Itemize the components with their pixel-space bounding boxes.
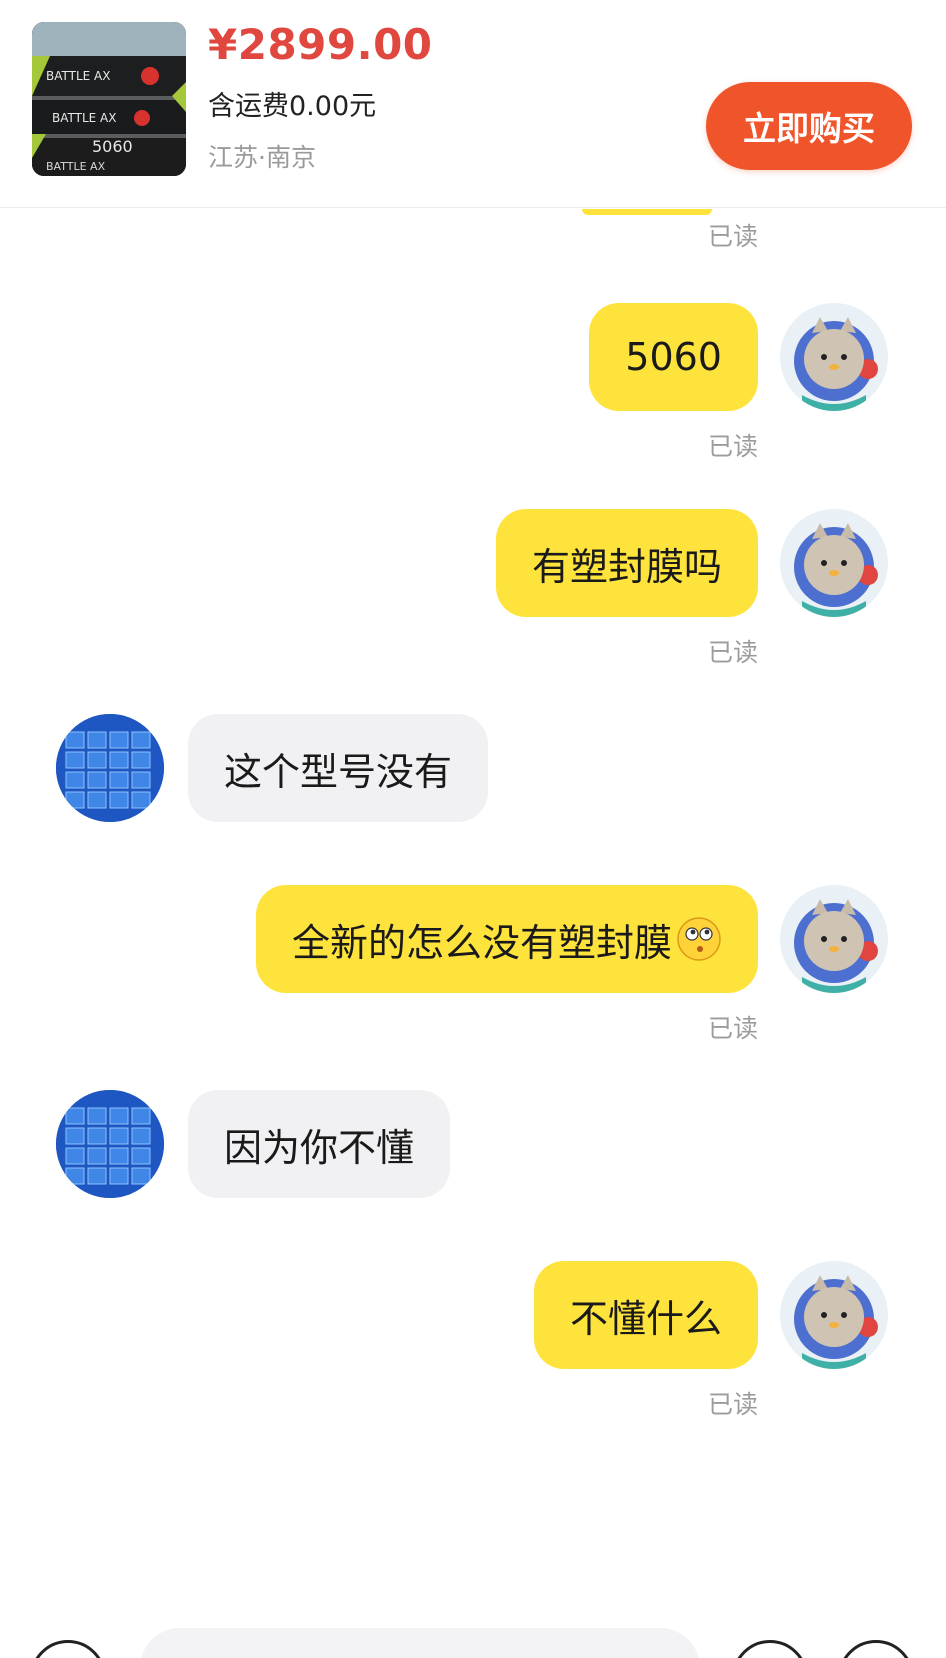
graphics-card-boxes-image: BATTLE AX BATTLE AX 5060 BATTLE AX [32,22,186,176]
message-bubble[interactable]: 全新的怎么没有塑封膜 [255,885,758,993]
message-text: 全新的怎么没有塑封膜 [291,920,672,965]
read-status: 已读 [707,1390,758,1419]
message-bubble[interactable]: 有塑封膜吗 [495,509,758,617]
seller-avatar[interactable] [56,1090,164,1198]
read-status: 已读 [707,432,758,461]
partial-message-bubble [582,209,712,215]
thinking-face-icon [676,916,722,962]
my-avatar[interactable] [780,303,888,411]
more-options-icon[interactable] [838,1640,914,1658]
read-status: 已读 [707,222,758,251]
product-thumbnail[interactable]: BATTLE AX BATTLE AX 5060 BATTLE AX [32,22,186,176]
message-input-bar [0,1614,946,1658]
box-label-1: BATTLE AX [46,69,110,83]
shipping-fee: 含运费0.00元 [208,91,377,122]
message-text-input[interactable] [140,1628,700,1658]
read-status: 已读 [707,1014,758,1043]
my-avatar[interactable] [780,1261,888,1369]
chat-message-list[interactable]: 已读 5060 已读 有塑封膜吗 已读 这个型号没有 全新的怎么没有塑封膜 已读… [0,209,946,1614]
product-header: BATTLE AX BATTLE AX 5060 BATTLE AX ¥2899… [0,0,946,208]
my-avatar[interactable] [780,885,888,993]
seller-avatar[interactable] [56,714,164,822]
cat-astronaut-avatar-icon [780,303,888,411]
buy-now-button[interactable]: 立即购买 [706,82,912,170]
message-bubble[interactable]: 因为你不懂 [188,1090,451,1198]
my-avatar[interactable] [780,509,888,617]
cpu-boxes-avatar-icon [56,714,164,822]
emoji-picker-icon[interactable] [732,1640,808,1658]
voice-input-icon[interactable] [30,1640,106,1658]
read-status: 已读 [707,638,758,667]
box-label-model: 5060 [92,137,133,156]
message-bubble[interactable]: 不懂什么 [533,1261,758,1369]
cat-astronaut-avatar-icon [780,509,888,617]
seller-location: 江苏·南京 [208,143,316,172]
product-price: ¥2899.00 [208,20,433,69]
box-label-2: BATTLE AX [52,111,116,125]
cat-astronaut-avatar-icon [780,1261,888,1369]
cpu-boxes-avatar-icon [56,1090,164,1198]
message-bubble[interactable]: 5060 [589,303,758,411]
cat-astronaut-avatar-icon [780,885,888,993]
message-bubble[interactable]: 这个型号没有 [188,714,489,822]
box-label-3: BATTLE AX [46,160,106,173]
